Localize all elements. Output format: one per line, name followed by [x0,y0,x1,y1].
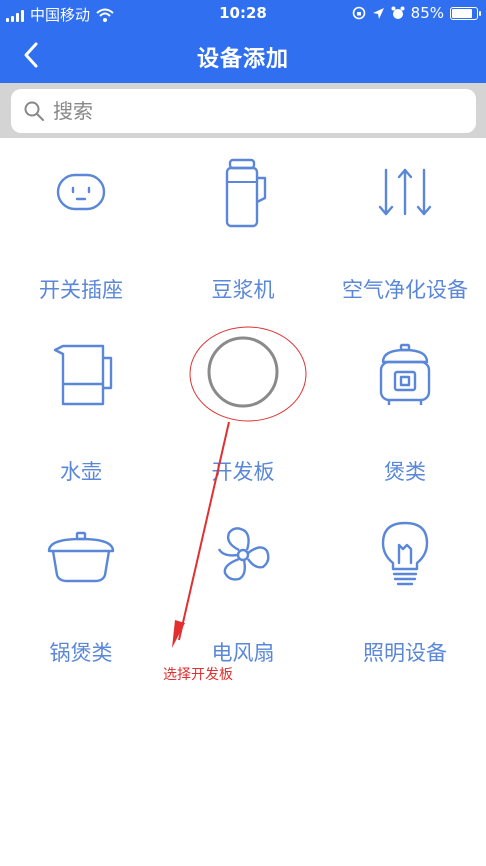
annotation-arrow-line [178,421,230,641]
highlight-ellipse [189,326,307,422]
annotation-overlay [172,326,307,648]
annotation-text: 选择开发板 [163,667,233,683]
annotation-arrow-head [172,620,185,648]
